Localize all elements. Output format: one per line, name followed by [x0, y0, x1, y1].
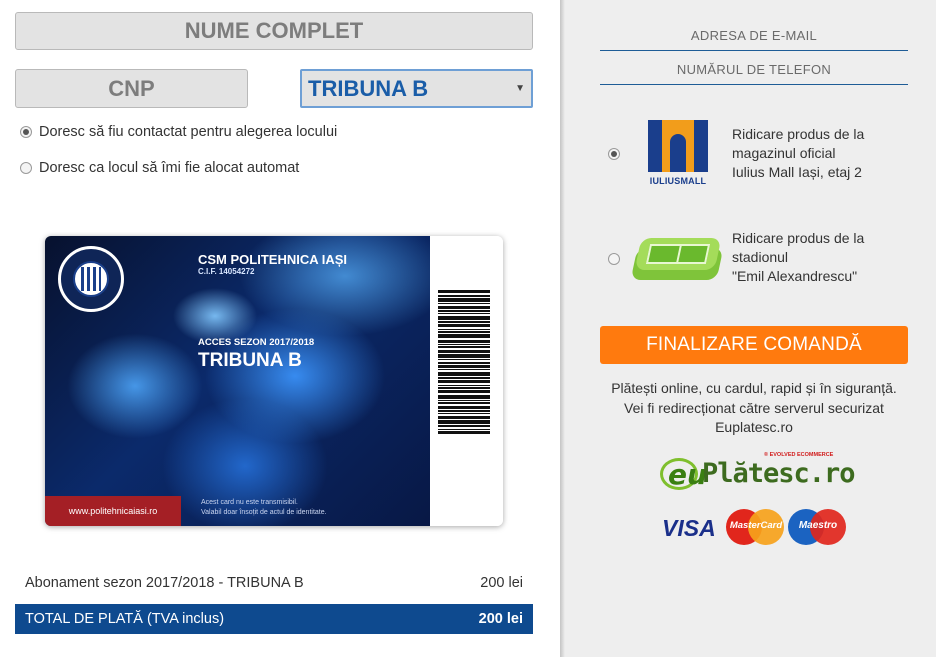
select-arrow-icon: ▼	[515, 83, 525, 94]
order-item-label: Abonament sezon 2017/2018 - TRIBUNA B	[25, 575, 304, 591]
seat-option-contact[interactable]: Doresc să fiu contactat pentru alegerea …	[20, 124, 337, 140]
order-total-label: TOTAL DE PLATĂ (TVA inclus)	[25, 611, 225, 627]
checkout-panel: ADRESA DE E-MAIL NUMĂRUL DE TELEFON IULI…	[560, 0, 936, 657]
finalize-order-button[interactable]: FINALIZARE COMANDĂ	[600, 326, 908, 364]
full-name-field[interactable]: NUME COMPLET	[15, 12, 533, 50]
radio-button-checked[interactable]	[608, 148, 620, 160]
pickup-mall-text: Ridicare produs de la magazinul oficial …	[732, 125, 892, 182]
pickup-option-stadium[interactable]	[608, 253, 620, 265]
iulius-mall-logo: IULIUSMALL	[648, 120, 708, 190]
maestro-text: Maestro	[798, 520, 838, 531]
barcode-icon	[438, 290, 490, 485]
seat-option-label: Doresc ca locul să îmi fie alocat automa…	[39, 160, 300, 176]
pickup-text-line: Iulius Mall Iași, etaj 2	[732, 164, 862, 180]
stadium-icon	[630, 234, 724, 282]
radio-button[interactable]	[608, 253, 620, 265]
payment-info-line: Euplatesc.ro	[715, 419, 793, 435]
pickup-option-mall[interactable]	[608, 148, 620, 160]
pickup-text-line: magazinul oficial	[732, 145, 836, 161]
card-note-line: Acest card nu este transmisibil.	[201, 499, 298, 506]
payment-info: Plătești online, cu cardul, rapid și în …	[600, 379, 908, 438]
email-field[interactable]: ADRESA DE E-MAIL	[600, 23, 908, 51]
radio-button-checked[interactable]	[20, 126, 32, 138]
card-club-name: CSM POLITEHNICA IAȘI	[198, 252, 348, 267]
card-brands: VISA MasterCard Maestro	[662, 509, 848, 545]
tribune-select[interactable]: TRIBUNA B ▼	[300, 69, 533, 108]
pickup-text-line: Ridicare produs de la	[732, 126, 865, 142]
seat-option-label: Doresc să fiu contactat pentru alegerea …	[39, 124, 338, 140]
cnp-field[interactable]: CNP	[15, 69, 248, 108]
order-line-item: Abonament sezon 2017/2018 - TRIBUNA B 20…	[25, 575, 523, 591]
season-ticket-card: CSM POLITEHNICA IAȘI C.I.F. 14054272 ACC…	[45, 236, 503, 526]
order-total-price: 200 lei	[478, 611, 523, 627]
card-note-line: Valabil doar însoțit de actul de identit…	[201, 509, 327, 516]
card-tribune: TRIBUNA B	[198, 350, 302, 371]
radio-button[interactable]	[20, 162, 32, 174]
visa-logo: VISA	[662, 515, 716, 541]
club-crest-icon	[58, 246, 124, 312]
seat-option-automatic[interactable]: Doresc ca locul să îmi fie alocat automa…	[20, 160, 299, 176]
order-page: NUME COMPLET CNP TRIBUNA B ▼ Doresc să f…	[0, 0, 936, 657]
card-access-label: ACCES SEZON 2017/2018	[198, 337, 315, 348]
payment-info-line: Plătești online, cu cardul, rapid și în …	[611, 380, 897, 396]
iulius-mall-label: IULIUSMALL	[649, 176, 707, 186]
order-item-price: 200 lei	[480, 575, 523, 591]
euplatesc-logo: ® EVOLVED ECOMMERCE eu Plătesc.ro	[660, 452, 856, 492]
pickup-stadium-text: Ridicare produs de la stadionul "Emil Al…	[732, 229, 892, 286]
card-horse-artwork: CSM POLITEHNICA IAȘI C.I.F. 14054272 ACC…	[45, 236, 430, 526]
phone-field[interactable]: NUMĂRUL DE TELEFON	[600, 57, 908, 85]
pickup-text-line: "Emil Alexandrescu"	[732, 268, 858, 284]
mastercard-logo: MasterCard	[726, 509, 784, 545]
card-barcode-strip	[430, 236, 503, 526]
card-cif: C.I.F. 14054272	[198, 267, 255, 276]
card-note: Acest card nu este transmisibil. Valabil…	[201, 498, 327, 518]
mastercard-text: MasterCard	[729, 520, 783, 531]
pickup-text-line: Ridicare produs de la	[732, 230, 865, 246]
euplatesc-text: Plătesc.ro	[702, 458, 856, 489]
payment-info-line: Vei fi redirecționat către serverul secu…	[624, 399, 884, 416]
tribune-select-value: TRIBUNA B	[308, 76, 429, 101]
order-form-panel: NUME COMPLET CNP TRIBUNA B ▼ Doresc să f…	[0, 0, 560, 657]
card-website: www.politehnicaiasi.ro	[45, 496, 181, 526]
maestro-logo: Maestro	[788, 509, 846, 545]
order-total-row: TOTAL DE PLATĂ (TVA inclus) 200 lei	[15, 604, 533, 634]
pickup-text-line: stadionul	[732, 249, 789, 265]
